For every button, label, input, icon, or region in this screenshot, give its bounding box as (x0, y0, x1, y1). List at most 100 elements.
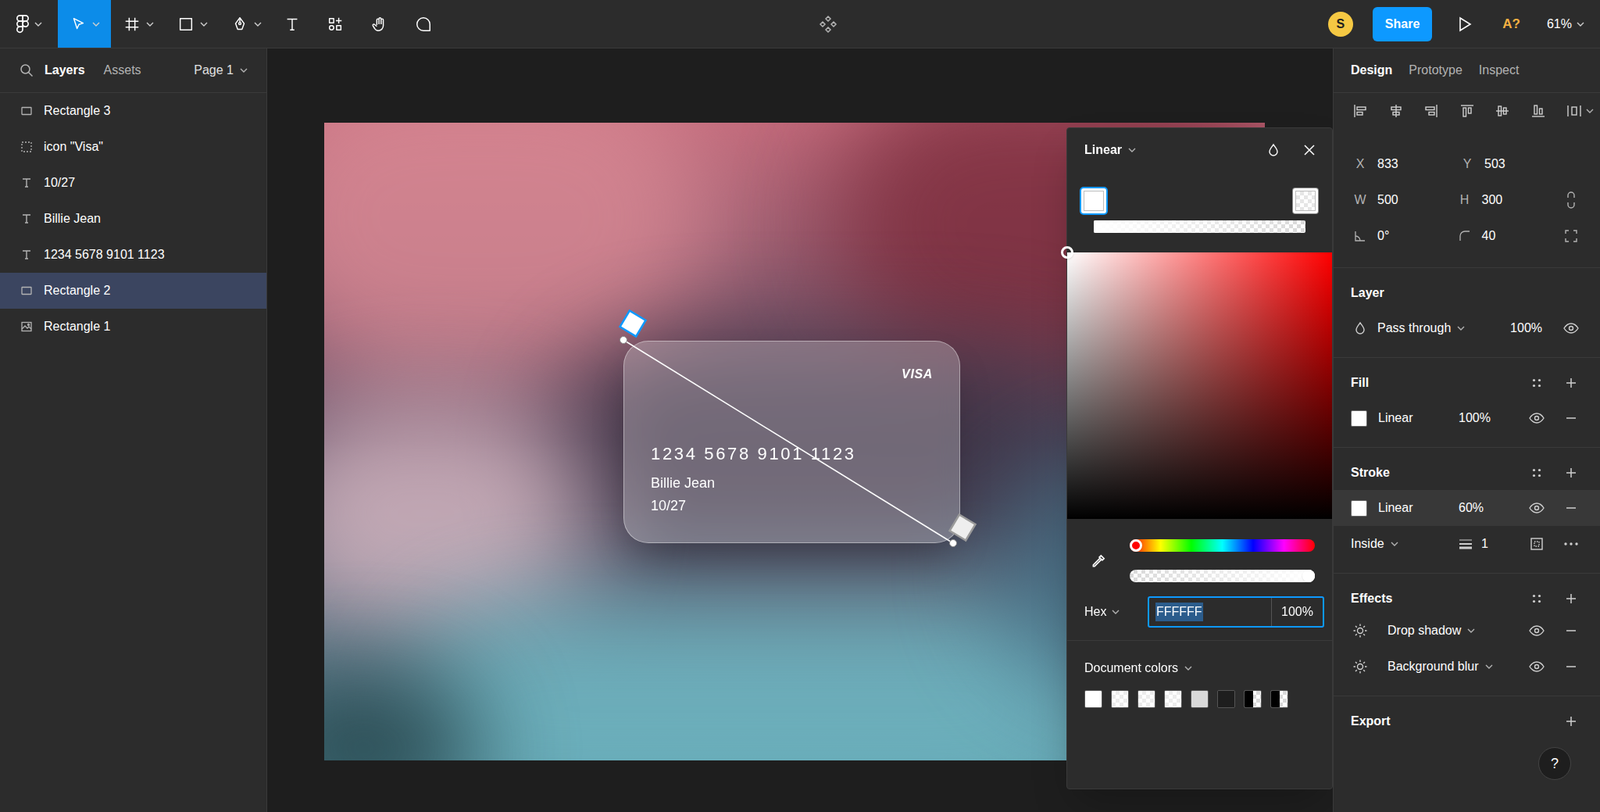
layer-row[interactable]: Rectangle 2 (0, 272, 267, 309)
layer-row[interactable]: Billie Jean (0, 200, 267, 237)
paint-opacity[interactable]: 60% (1458, 498, 1484, 518)
alpha-slider[interactable] (1129, 569, 1315, 583)
blend-mode-icon[interactable] (1261, 138, 1286, 162)
color-format-dropdown[interactable]: Hex (1084, 602, 1148, 622)
effect-settings-icon[interactable] (1350, 622, 1370, 639)
styles-icon[interactable] (1525, 460, 1549, 485)
pen-tool[interactable] (218, 0, 274, 48)
gradient-stop-handle[interactable] (620, 310, 647, 337)
comment-tool[interactable] (400, 0, 447, 48)
effect-type-dropdown[interactable]: Background blur (1387, 657, 1493, 676)
search-icon[interactable] (18, 63, 35, 78)
radius-field[interactable]: 40 (1455, 226, 1561, 246)
move-tool[interactable] (57, 0, 111, 48)
gradient-bar[interactable] (1093, 220, 1306, 233)
independent-corners-icon[interactable] (1559, 224, 1583, 248)
paint-swatch[interactable] (1350, 500, 1368, 517)
paint-type-dropdown[interactable]: Linear (1084, 140, 1136, 160)
align-bottom-icon[interactable] (1526, 99, 1550, 123)
gradient-stop-handle[interactable] (950, 514, 976, 541)
color-handle[interactable] (1060, 246, 1074, 259)
more-icon[interactable] (1559, 532, 1583, 556)
minus-icon[interactable] (1559, 654, 1583, 679)
main-menu-button[interactable] (0, 0, 58, 48)
align-left-icon[interactable] (1348, 99, 1372, 123)
share-button[interactable]: Share (1372, 7, 1433, 42)
hand-tool[interactable] (359, 0, 400, 48)
ai-button[interactable]: A? (1502, 14, 1521, 35)
align-middle-icon[interactable] (1490, 99, 1515, 123)
layer-row[interactable]: icon "Visa" (0, 128, 267, 165)
paint-type[interactable]: Linear (1378, 498, 1459, 518)
panel-tab[interactable]: Design (1350, 60, 1393, 80)
color-swatch[interactable] (1190, 689, 1209, 708)
color-swatch[interactable] (1217, 689, 1236, 708)
page-selector[interactable]: Page 1 (193, 60, 248, 80)
align-top-icon[interactable] (1455, 99, 1479, 123)
plus-icon[interactable] (1559, 586, 1583, 611)
eye-icon[interactable] (1525, 496, 1549, 520)
color-swatch[interactable] (1137, 689, 1156, 708)
eyedropper-button[interactable] (1067, 539, 1130, 583)
shape-tool[interactable] (165, 0, 219, 48)
size-field[interactable]: W500 (1350, 190, 1456, 210)
plus-icon[interactable] (1559, 371, 1583, 395)
panel-tab[interactable]: Layers (44, 60, 86, 80)
stroke-weight[interactable]: 1 (1481, 534, 1489, 554)
gradient-stop[interactable] (1081, 188, 1107, 214)
gradient-stop[interactable] (1292, 188, 1318, 214)
layer-opacity[interactable]: 100% (1510, 318, 1543, 338)
minus-icon[interactable] (1559, 618, 1583, 643)
hue-slider[interactable] (1129, 539, 1315, 552)
eye-icon[interactable] (1525, 654, 1549, 679)
paint-type[interactable]: Linear (1378, 408, 1459, 428)
hex-input[interactable]: FFFFFF100% (1147, 596, 1325, 628)
stroke-position-dropdown[interactable]: Inside (1350, 534, 1458, 554)
fill-row[interactable]: Linear100% (1333, 400, 1600, 436)
paint-swatch[interactable] (1350, 410, 1368, 427)
credit-card[interactable]: VISA1234 5678 9101 1123Billie Jean10/27 (623, 340, 961, 543)
distribute-menu[interactable] (1562, 99, 1594, 123)
layer-row[interactable]: 1234 5678 9101 1123 (0, 236, 267, 273)
effect-settings-icon[interactable] (1350, 658, 1370, 675)
frame-tool[interactable] (110, 0, 166, 48)
stroke-row[interactable]: Linear60% (1333, 489, 1600, 526)
color-swatch[interactable] (1270, 689, 1289, 708)
eye-icon[interactable] (1525, 618, 1549, 643)
effect-row[interactable]: Background blur (1333, 648, 1600, 685)
align-center-icon[interactable] (1384, 99, 1408, 123)
color-swatch[interactable] (1243, 689, 1262, 708)
hex-field[interactable]: FFFFFF (1149, 597, 1272, 626)
color-swatch[interactable] (1164, 689, 1183, 708)
constrain-proportions-icon[interactable] (1559, 188, 1583, 212)
position-field[interactable]: X833 (1350, 154, 1458, 174)
zoom-menu[interactable]: 61% (1546, 14, 1585, 34)
close-icon[interactable] (1297, 138, 1322, 162)
plus-icon[interactable] (1559, 460, 1583, 485)
alpha-thumb[interactable] (1302, 569, 1315, 583)
component-icon[interactable] (815, 11, 841, 37)
align-right-icon[interactable] (1419, 99, 1443, 123)
panel-tab[interactable]: Assets (103, 60, 142, 80)
layer-row[interactable]: Rectangle 3 (0, 92, 267, 129)
minus-icon[interactable] (1559, 406, 1583, 430)
styles-icon[interactable] (1525, 586, 1549, 611)
panel-tab[interactable]: Inspect (1478, 60, 1520, 80)
effect-row[interactable]: Drop shadow (1333, 612, 1600, 649)
eye-icon[interactable] (1559, 316, 1583, 340)
panel-tab[interactable]: Prototype (1408, 60, 1462, 80)
size-field[interactable]: H300 (1455, 190, 1561, 210)
stroke-sides-icon[interactable] (1525, 532, 1549, 556)
eye-icon[interactable] (1525, 406, 1549, 430)
plus-icon[interactable] (1559, 709, 1583, 733)
minus-icon[interactable] (1559, 496, 1583, 520)
help-button[interactable]: ? (1538, 746, 1572, 780)
position-field[interactable]: Y503 (1457, 154, 1565, 174)
canvas[interactable]: VISA1234 5678 9101 1123Billie Jean10/27 … (267, 48, 1333, 812)
document-colors-dropdown[interactable]: Document colors (1067, 653, 1333, 683)
play-icon[interactable] (1455, 14, 1475, 34)
blend-mode-dropdown[interactable]: Pass through (1377, 318, 1465, 338)
saturation-field[interactable] (1067, 252, 1333, 519)
user-avatar[interactable]: S (1328, 11, 1354, 37)
layer-row[interactable]: Rectangle 1 (0, 308, 267, 345)
